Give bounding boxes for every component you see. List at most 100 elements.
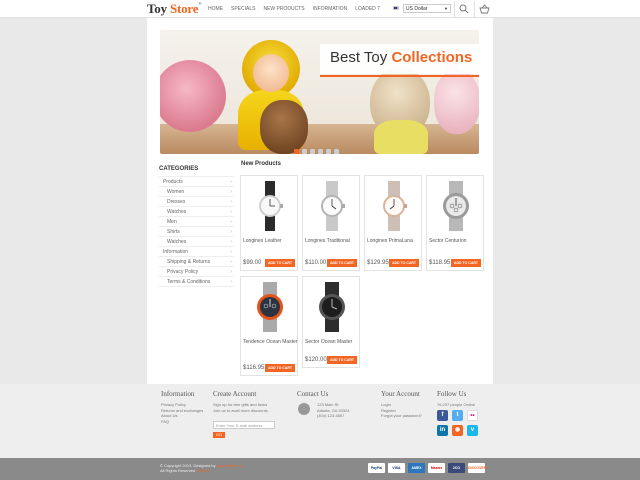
category-products[interactable]: Products › — [159, 177, 234, 187]
product-name[interactable]: Sector Centurion — [429, 238, 485, 244]
slide-dot-2[interactable] — [302, 149, 307, 154]
product-card[interactable]: Sector Ocean Master $120.00 ADD TO CART — [302, 276, 360, 368]
category-label: Privacy Policy — [167, 269, 199, 275]
category-dresses[interactable]: Dresses › — [159, 197, 234, 207]
paypal-icon: PayPal — [368, 463, 385, 473]
add-to-cart-button[interactable]: ADD TO CART — [265, 364, 295, 372]
hero-banner[interactable]: Best Toy Collections — [160, 30, 479, 154]
chevron-right-icon: › — [230, 239, 232, 245]
rss-icon[interactable]: ◉ — [452, 424, 463, 436]
slide-dot-4[interactable] — [318, 149, 323, 154]
watch-leather-icon[interactable] — [251, 181, 289, 231]
watch-ocean-icon[interactable] — [251, 282, 289, 332]
amex-icon: AMEX — [408, 463, 425, 473]
vimeo-icon[interactable]: v — [467, 424, 478, 436]
baby-face-image — [253, 54, 289, 92]
pink-toy-image — [160, 60, 226, 132]
category-shirts[interactable]: Shirts › — [159, 227, 234, 237]
store-logo[interactable]: Toy Store® — [147, 1, 201, 17]
discover-icon: DISCOVER — [468, 463, 486, 473]
banner-title-plain: Best Toy — [330, 49, 388, 66]
facebook-icon[interactable]: f — [437, 409, 448, 421]
linkedin-icon[interactable]: in — [437, 424, 448, 436]
create-account-text-1: Sign up for free gifts and items — [213, 402, 268, 407]
main-nav: HOME SPECIALS NEW PRODUCTS INFORMATION L… — [204, 6, 384, 12]
slide-dot-3[interactable] — [310, 149, 315, 154]
footer-information-title: Information — [161, 390, 195, 398]
social-icons: f t •• in ◉ v — [437, 409, 478, 436]
chevron-right-icon: › — [230, 269, 232, 275]
product-card[interactable]: Longines PrimaLuna $129.95 ADD TO CART — [364, 175, 422, 271]
category-shipping[interactable]: Shipping & Returns › — [159, 257, 234, 267]
nav-loaded[interactable]: LOADED 7 — [351, 6, 384, 12]
slide-dot-6[interactable] — [334, 149, 339, 154]
copyright-line-2: All Rights Reserved — [160, 468, 196, 473]
footer-information: Information Privacy Policy Returns and e… — [161, 390, 203, 424]
add-to-cart-button[interactable]: ADD TO CART — [389, 259, 419, 267]
nav-specials[interactable]: SPECIALS — [227, 6, 259, 12]
chevron-right-icon: › — [230, 259, 232, 265]
visa-icon: VISA — [388, 463, 405, 473]
footer-link-faq[interactable]: FAQ — [161, 419, 203, 425]
registered-mark: ® — [198, 1, 202, 6]
watch-black-icon[interactable] — [313, 282, 351, 332]
product-card[interactable]: Sector Centurion $118.95 ADD TO CART — [426, 175, 484, 271]
forgot-password-link[interactable]: Forgot your password? — [381, 413, 422, 419]
watch-rose-icon[interactable] — [375, 181, 413, 231]
category-watches-men[interactable]: Watches › — [159, 237, 234, 247]
basket-icon — [479, 4, 490, 14]
footer-follow: Follow Us 76,237 people Online f t •• in… — [437, 390, 478, 436]
category-watches-women[interactable]: Watches › — [159, 207, 234, 217]
watch-chrono-icon[interactable] — [437, 181, 475, 231]
online-count: 76,237 people Online — [437, 402, 476, 407]
flickr-icon[interactable]: •• — [467, 409, 478, 421]
add-to-cart-button[interactable]: ADD TO CART — [451, 259, 481, 267]
product-price: $110.00 — [305, 260, 327, 266]
cart-button[interactable] — [474, 1, 492, 17]
add-to-cart-button[interactable]: ADD TO CART — [327, 356, 357, 364]
product-name[interactable]: Longines Traditional — [305, 238, 361, 244]
currency-select[interactable]: US Dollar ▼ — [403, 4, 451, 13]
contact-title: Contact Us — [297, 390, 329, 398]
chevron-right-icon: › — [230, 199, 232, 205]
product-card[interactable]: Longines Leather $99.00 ADD TO CART — [240, 175, 298, 271]
twitter-icon[interactable]: t — [452, 409, 463, 421]
product-name[interactable]: Tendence Ocean Master — [243, 339, 299, 345]
product-name[interactable]: Longines Leather — [243, 238, 299, 244]
nav-information[interactable]: INFORMATION — [309, 6, 352, 12]
categories-title: CATEGORIES — [159, 166, 199, 172]
product-name[interactable]: Sector Ocean Master — [305, 339, 361, 345]
go-button[interactable]: GO — [213, 432, 225, 438]
add-to-cart-button[interactable]: ADD TO CART — [327, 259, 357, 267]
footer-your-account: Your Account Login Register Forgot your … — [381, 390, 422, 419]
product-card[interactable]: Tendence Ocean Master $116.95 ADD TO CAR… — [240, 276, 298, 376]
category-terms[interactable]: Terms & Conditions › — [159, 277, 234, 287]
brown-bear-image — [260, 100, 308, 154]
designer-link[interactable]: mydomain.com — [217, 463, 244, 468]
contact-line: (404) 123-4567 — [317, 413, 345, 418]
slide-dot-1[interactable] — [294, 149, 299, 154]
add-to-cart-button[interactable]: ADD TO CART — [265, 259, 295, 267]
product-name[interactable]: Longines PrimaLuna — [367, 238, 423, 244]
currency-value: US Dollar — [406, 6, 428, 12]
slide-dot-5[interactable] — [326, 149, 331, 154]
category-information[interactable]: Information › — [159, 247, 234, 257]
category-men[interactable]: Men › — [159, 217, 234, 227]
category-privacy[interactable]: Privacy Policy › — [159, 267, 234, 277]
category-label: Information — [163, 249, 189, 255]
eshop-link[interactable]: E-Shop — [196, 468, 209, 473]
us-flag-icon — [393, 6, 399, 10]
nav-home[interactable]: HOME — [204, 6, 227, 12]
phone-icon — [298, 403, 310, 415]
new-products-title: New Products — [241, 161, 282, 167]
nav-new-products[interactable]: NEW PRODUCTS — [259, 6, 308, 12]
top-header: Toy Store® HOME SPECIALS NEW PRODUCTS IN… — [0, 0, 640, 18]
search-button[interactable] — [454, 1, 472, 17]
category-label: Shipping & Returns — [167, 259, 211, 265]
product-price: $120.00 — [305, 357, 327, 363]
product-card[interactable]: Longines Traditional $110.00 ADD TO CART — [302, 175, 360, 271]
category-women[interactable]: Women › — [159, 187, 234, 197]
email-field[interactable]: Enter Your E-mail address — [213, 421, 275, 429]
watch-steel-icon[interactable] — [313, 181, 351, 231]
bunny-image — [434, 70, 479, 134]
